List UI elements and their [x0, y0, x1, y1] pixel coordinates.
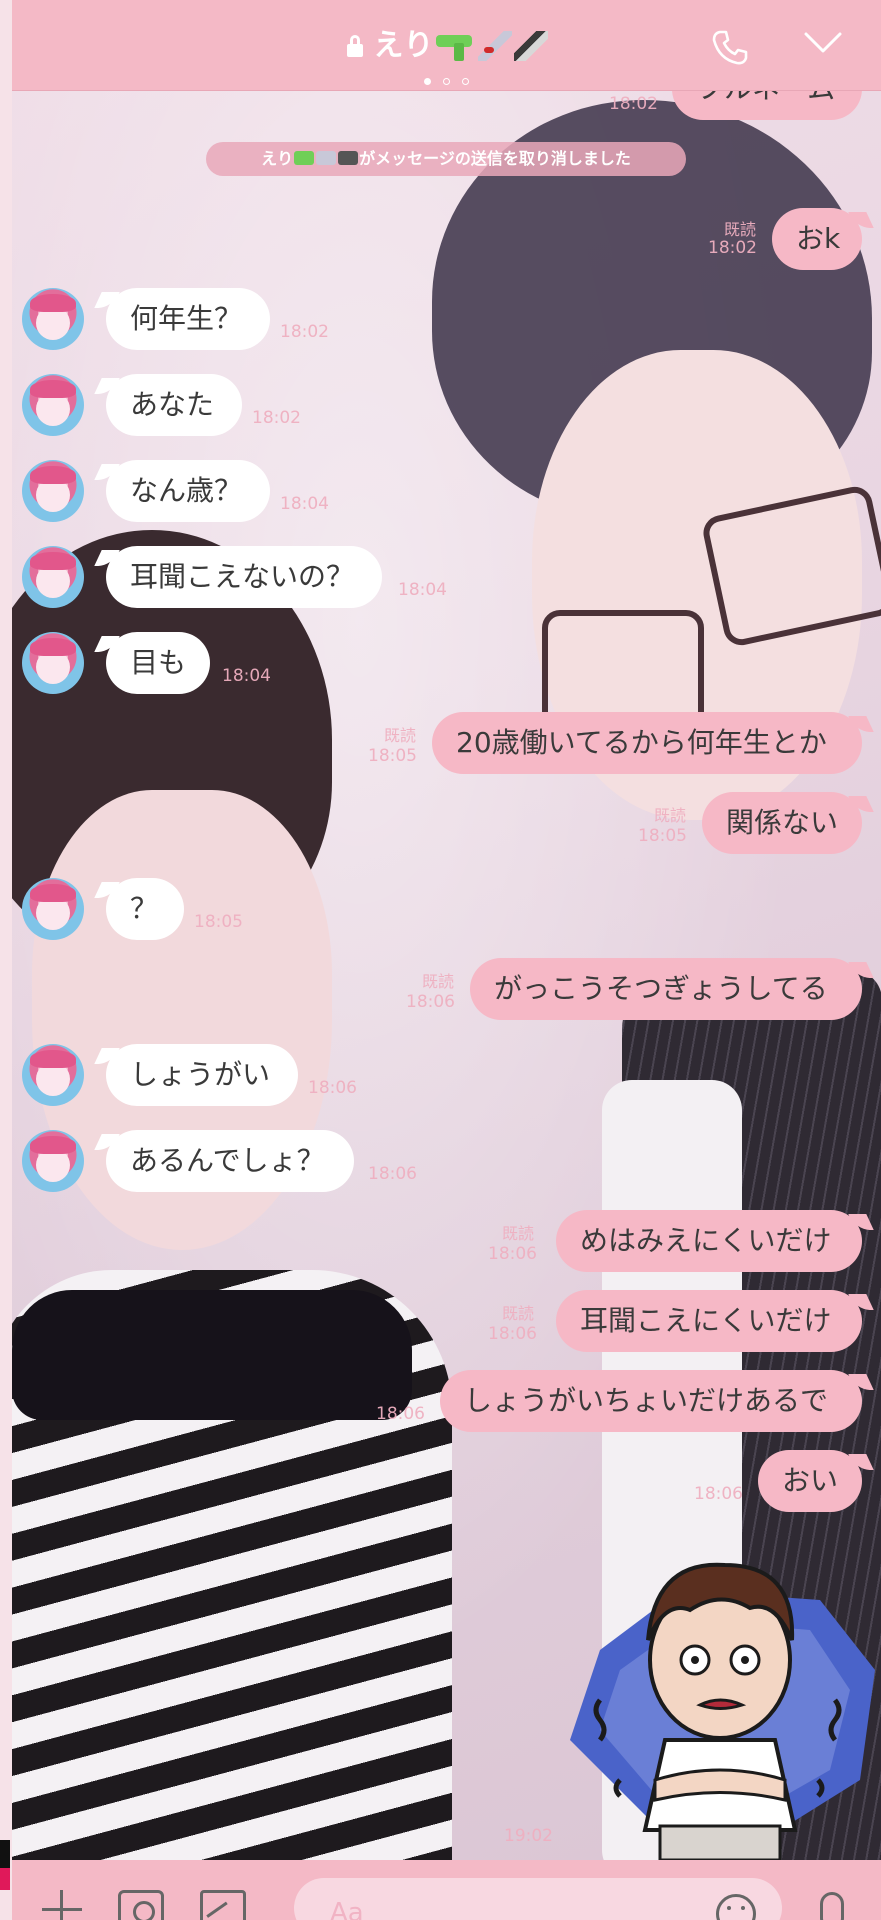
avatar[interactable]: [22, 374, 84, 436]
page-dot: [462, 78, 469, 85]
message-bubble-incoming[interactable]: 何年生？: [106, 288, 270, 350]
message-bubble-outgoing[interactable]: 関係ない: [702, 792, 862, 854]
message-time: 18:04: [222, 666, 271, 686]
avatar[interactable]: [22, 288, 84, 350]
water-pistol-emoji-icon: [294, 151, 315, 165]
edge-mark-pink: [0, 1868, 10, 1890]
message-time: 18:02: [708, 238, 757, 258]
avatar[interactable]: [22, 632, 84, 694]
avatar[interactable]: [22, 460, 84, 522]
image-icon[interactable]: [200, 1890, 246, 1920]
syringe-emoji-icon: [316, 151, 337, 165]
chevron-down-icon[interactable]: [803, 30, 843, 56]
message-time: 18:05: [638, 826, 687, 846]
message-bubble-incoming[interactable]: あるんでしょ？: [106, 1130, 354, 1192]
message-bubble-outgoing[interactable]: しょうがいちょいだけあるで: [440, 1370, 862, 1432]
message-bubble-outgoing[interactable]: おk: [772, 208, 862, 270]
read-receipt: 既読: [384, 726, 417, 745]
avatar[interactable]: [22, 546, 84, 608]
message-time: 18:06: [368, 1164, 417, 1184]
message-time: 18:06: [406, 992, 455, 1012]
avatar[interactable]: [22, 1130, 84, 1192]
message-bubble-outgoing[interactable]: 20歳働いてるから何年生とか: [432, 712, 862, 774]
message-input-bar: Aa: [12, 1860, 881, 1920]
message-time: 18:05: [194, 912, 243, 932]
message-time: 18:04: [280, 494, 329, 514]
message-input-placeholder: Aa: [330, 1898, 364, 1920]
message-bubble-incoming[interactable]: 耳聞こえないの？: [106, 546, 382, 608]
chat-title-text: えり: [373, 28, 434, 63]
read-receipt: 既読: [502, 1224, 535, 1243]
message-time: 18:02: [609, 94, 658, 114]
page-indicator: [12, 70, 881, 89]
message-bubble-incoming[interactable]: なん歳？: [106, 460, 270, 522]
chat-screen: えり フルネーム 18:02 えりがメッセージの送信を取り消しました 既読 18…: [0, 0, 881, 1920]
message-bubble-incoming[interactable]: ？: [106, 878, 184, 940]
message-time: 18:06: [694, 1484, 743, 1504]
sticker-anxious-man[interactable]: [560, 1530, 880, 1860]
page-dot: [443, 78, 450, 85]
sticker-time: 19:02: [504, 1826, 553, 1846]
message-bubble-outgoing[interactable]: おい: [758, 1450, 862, 1512]
read-receipt: 既読: [724, 220, 757, 239]
message-time: 18:06: [488, 1244, 537, 1264]
message-time: 18:05: [368, 746, 417, 766]
message-time: 18:06: [376, 1404, 425, 1424]
chat-header: えり: [12, 0, 881, 91]
message-bubble-incoming[interactable]: あなた: [106, 374, 242, 436]
read-receipt: 既読: [422, 972, 455, 991]
edge-mark: [0, 1840, 10, 1868]
lock-icon: [346, 35, 364, 57]
message-time: 18:04: [398, 580, 447, 600]
unsent-notice: えり がメッセージの送信を取り消しました: [206, 142, 686, 176]
message-bubble-outgoing[interactable]: がっこうそつぎょうしてる: [470, 958, 862, 1020]
knife-emoji-icon: [513, 31, 548, 61]
message-input[interactable]: Aa: [294, 1878, 782, 1920]
plus-icon[interactable]: [42, 1890, 82, 1920]
camera-icon[interactable]: [118, 1890, 164, 1920]
read-receipt: 既読: [502, 1304, 535, 1323]
message-time: 18:06: [308, 1078, 357, 1098]
read-receipt: 既読: [654, 806, 687, 825]
message-time: 18:06: [488, 1324, 537, 1344]
water-pistol-emoji-icon: [435, 31, 476, 61]
message-bubble-incoming[interactable]: しょうがい: [106, 1044, 298, 1106]
phone-icon[interactable]: [711, 28, 749, 66]
message-bubble-outgoing[interactable]: めはみえにくいだけ: [556, 1210, 862, 1272]
message-bubble-outgoing[interactable]: 耳聞こえにくいだけ: [556, 1290, 862, 1352]
page-dot: [424, 78, 431, 85]
syringe-emoji-icon: [477, 31, 512, 61]
avatar[interactable]: [22, 1044, 84, 1106]
chat-title[interactable]: えり: [12, 20, 881, 64]
knife-emoji-icon: [338, 151, 359, 165]
message-bubble-incoming[interactable]: 目も: [106, 632, 210, 694]
mic-icon[interactable]: [820, 1892, 844, 1920]
message-time: 18:02: [280, 322, 329, 342]
avatar[interactable]: [22, 878, 84, 940]
message-time: 18:02: [252, 408, 301, 428]
screen-edge: [0, 0, 12, 1920]
